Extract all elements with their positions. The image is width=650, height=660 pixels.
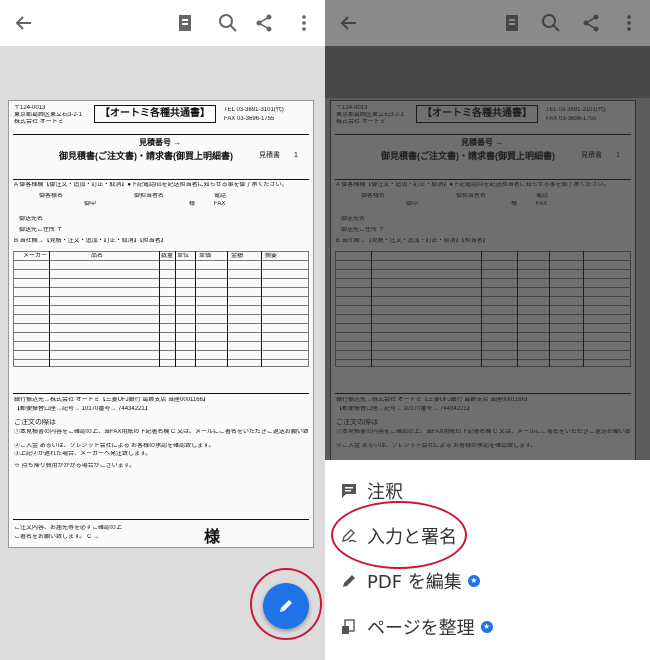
doc-big-sama: 様: [204, 529, 221, 546]
doc-goto: 御中: [406, 201, 419, 207]
doc-sama: 様: [189, 201, 196, 207]
doc-address-label: 御送先ご住所 〒: [19, 227, 63, 233]
search-icon[interactable]: [216, 11, 240, 35]
doc-heading: 御見積書(ご注文書)・請求書(御買上明細書): [381, 151, 555, 161]
doc-instruction: A 御客様欄【御注文・追加・訂正・取消】●下記電話noを記送担当者に知らせる事を…: [336, 182, 610, 188]
doc-address: 東京都葛飾区東立石3-2-1: [14, 112, 83, 118]
doc-notice-head: ご注文の際は: [336, 419, 378, 426]
doc-col-amount: 金額: [231, 253, 249, 260]
top-app-bar: [0, 0, 325, 46]
doc-order-row: B 当社欄→【見積・注文・追加・訂正・取消】【担当者】: [336, 238, 489, 244]
premium-badge-icon: ★: [467, 575, 480, 587]
doc-fax-label: FAX: [536, 201, 548, 207]
doc-company: 株式会社 オートミ: [336, 119, 386, 125]
doc-address-label: 御送先ご住所 〒: [341, 227, 385, 233]
doc-goto: 御中: [84, 201, 97, 207]
menu-item-organize-pages[interactable]: ページを整理 ★: [339, 610, 493, 644]
arrow-left-icon[interactable]: [337, 11, 361, 35]
more-vert-icon[interactable]: [617, 11, 641, 35]
doc-heading: 御見積書(ご注文書)・請求書(御買上明細書): [59, 151, 233, 161]
doc-notice-4: ※ 持ち帰り費用がかかる場合がございます。: [14, 463, 136, 469]
doc-denwa: 電話: [214, 193, 227, 199]
doc-page-number: 1: [294, 152, 298, 159]
pencil-icon: [280, 600, 292, 612]
arrow-left-icon[interactable]: [12, 11, 36, 35]
doc-company: 株式会社 オートミ: [14, 119, 64, 125]
doc-bottom-left: ご注文内容、お届先等を必ずご確認の上: [14, 525, 123, 531]
doc-tantou: 御担当者名: [134, 193, 165, 199]
menu-item-edit-pdf[interactable]: PDF を編集 ★: [339, 564, 480, 598]
edit-pencil-icon: [339, 571, 359, 591]
doc-bank: 銀行振込先→株式会社 オートミ【三菱UFJ銀行 葛飾支店 当座0001166】: [14, 397, 209, 403]
doc-tel: TEL 03-3691-3101(代): [546, 107, 606, 113]
organize-pages-icon: [339, 617, 359, 637]
dim-band: [325, 46, 650, 98]
doc-notice-head: ご注文の際は: [14, 419, 56, 426]
doc-bank: 銀行振込先→株式会社 オートミ【三菱UFJ銀行 葛飾支店 当座0001166】: [336, 397, 531, 403]
document-view-icon[interactable]: [501, 11, 525, 35]
doc-customer-name: 御客様名: [39, 193, 64, 199]
doc-fax-label: FAX: [214, 201, 226, 207]
comment-icon: [339, 481, 359, 501]
edit-fab-button[interactable]: [263, 583, 309, 629]
doc-quote-no: 見積番号 →: [461, 138, 504, 147]
doc-title: 【オートミ各種共通書】: [416, 105, 538, 123]
doc-item-grid: [13, 251, 309, 367]
doc-sender: 御送先名: [19, 216, 44, 222]
doc-col-price: 単価: [199, 253, 217, 260]
doc-title: 【オートミ各種共通書】: [94, 105, 216, 123]
doc-fax: FAX 03-3696-1755: [546, 116, 597, 122]
doc-customer-name: 御客様名: [361, 193, 386, 199]
doc-notice-2: ②ご入金 あるいは、クレジット会社による お客様の承認を確認致します。: [336, 443, 537, 449]
doc-bottom-left-2: ご署名をお願い致します。 C →: [14, 534, 100, 540]
doc-bank2: 【郵便振替口座→記号→ 10170番号→ 74434221】: [14, 406, 151, 412]
pdf-page[interactable]: 〒124-0013 東京都葛飾区東立石3-2-1 株式会社 オートミ 【オートミ…: [8, 100, 314, 548]
share-icon[interactable]: [252, 11, 276, 35]
doc-notice-3: ③上記②が遅れた場合、メーカーへ発注致します。: [14, 451, 152, 457]
doc-col-qty: 数量: [161, 253, 173, 260]
doc-instruction: A 御客様欄【御注文・追加・訂正・取消】●下記電話noを記送担当者に知らせる事を…: [14, 182, 288, 188]
doc-notice-2: ②ご入金 あるいは、クレジット会社による お客様の承認を確認致します。: [14, 443, 215, 449]
doc-item-grid: [335, 251, 631, 367]
document-view-icon[interactable]: [174, 11, 198, 35]
top-app-bar-dimmed: [325, 0, 650, 46]
doc-col-note: 摘要: [265, 253, 289, 260]
doc-notice-1: ①本見積書の内容をご確認の上、当FAX用紙の下記署名欄 C 又は、メールにご署名…: [14, 429, 308, 435]
doc-address: 東京都葛飾区東立石3-2-1: [336, 112, 405, 118]
fill-sign-highlight-circle: [331, 501, 467, 569]
doc-sama: 様: [511, 201, 518, 207]
doc-col-item: 品名: [91, 253, 113, 260]
doc-notice-1: ①本見積書の内容をご確認の上、当FAX用紙の下記署名欄 C 又は、メールにご署名…: [336, 429, 630, 435]
doc-denwa: 電話: [536, 193, 549, 199]
doc-tantou: 御担当者名: [456, 193, 487, 199]
search-icon[interactable]: [539, 11, 563, 35]
more-vert-icon[interactable]: [292, 11, 316, 35]
share-icon[interactable]: [579, 11, 603, 35]
menu-label-edit-pdf: PDF を編集: [367, 572, 462, 593]
doc-page-number: 1: [616, 152, 620, 159]
doc-sender: 御送先名: [341, 216, 366, 222]
doc-order-row: B 当社欄→【見積・注文・追加・訂正・取消】【担当者】: [14, 238, 167, 244]
doc-bank2: 【郵便振替口座→記号→ 10170番号→ 74434221】: [336, 406, 473, 412]
document-viewer-left: 〒124-0013 東京都葛飾区東立石3-2-1 株式会社 オートミ 【オートミ…: [0, 0, 325, 660]
doc-fax: FAX 03-3696-1755: [224, 116, 275, 122]
menu-label-organize-pages: ページを整理: [367, 618, 475, 639]
doc-col-unit: 単位: [177, 253, 189, 260]
doc-tel: TEL 03-3691-3101(代): [224, 107, 284, 113]
premium-badge-icon: ★: [480, 621, 493, 633]
doc-quote-no: 見積番号 →: [139, 138, 182, 147]
